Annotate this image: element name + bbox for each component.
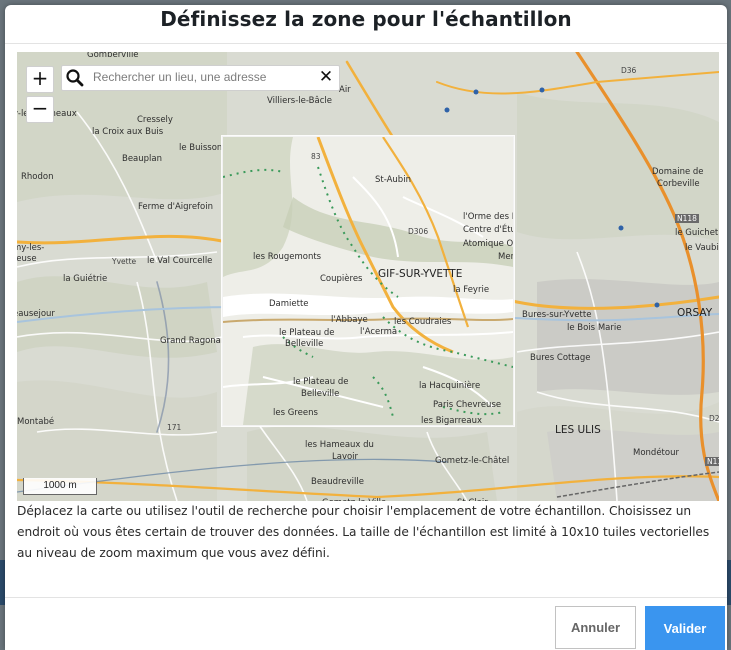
dialog-footer: Annuler Valider	[5, 597, 727, 650]
map-place-label: les Coudraies	[394, 317, 452, 327]
map-place-label: Centre d'Études	[463, 225, 513, 235]
zoom-out-button[interactable]: −	[26, 96, 54, 123]
map-place-label: l'Acerma	[360, 327, 398, 337]
map-place-label: le Guichet	[675, 228, 719, 238]
map-place-label: 83	[311, 152, 321, 161]
sample-zone-dialog: Définissez la zone pour l'échantillon Go…	[5, 5, 727, 650]
search-icon[interactable]	[62, 66, 88, 90]
dialog-description: Déplacez la carte ou utilisez l'outil de…	[17, 504, 710, 560]
map-place-label: N118	[705, 457, 719, 466]
map-place-label: le Bois Marie	[567, 323, 622, 333]
map-place-label: Gomberville	[87, 52, 139, 60]
map-place-label: my-les-	[17, 243, 45, 253]
map-place-label: les Greens	[273, 408, 318, 418]
map-place-label: N118	[675, 214, 699, 223]
map-place-label: Bures Cottage	[530, 353, 591, 363]
map-place-label: Damiette	[269, 299, 309, 309]
cancel-button[interactable]: Annuler	[555, 606, 636, 649]
map-place-label: Belleville	[285, 339, 324, 349]
map-place-label: l'Abbaye	[331, 315, 368, 325]
clear-search-icon[interactable]: ✕	[317, 69, 335, 87]
map-place-label: LES ULIS	[555, 424, 601, 436]
map-place-label: Beaudreville	[311, 477, 364, 487]
map-place-label: Rhodon	[21, 172, 54, 182]
map-place-label: Paris Chevreuse	[433, 400, 502, 410]
map-place-label: Montabé	[17, 417, 55, 427]
map-place-label: la Hacquinière	[419, 381, 481, 391]
map-place-label: Mondétour	[633, 448, 679, 458]
map-place-label: le Vaubien	[685, 243, 719, 253]
map-place-label: les Rougemonts	[253, 252, 322, 262]
dialog-header: Définissez la zone pour l'échantillon	[5, 5, 727, 44]
map-place-label: D36	[621, 66, 637, 75]
map-place-label: Belleville	[301, 389, 340, 399]
map-place-label: Merisiers	[498, 252, 514, 262]
map-place-label: l'Orme des Merisiers	[463, 212, 513, 222]
map-place-label: St-Aubin	[375, 175, 411, 185]
map-place-label: Domaine de	[652, 167, 704, 177]
dialog-title: Définissez la zone pour l'échantillon	[160, 7, 572, 31]
map-place-label: Grand Ragonart	[160, 336, 228, 346]
map-place-label: le Plateau de	[279, 328, 335, 338]
map-view[interactable]: GombervilleVilliers-le-BâcleAiry-les-Ham…	[17, 52, 719, 501]
map-place-label: les Hameaux du	[305, 440, 374, 450]
map-scale-bar: 1000 m	[23, 478, 97, 495]
map-place-label: D2	[709, 414, 719, 423]
map-place-label: Cressely	[137, 115, 173, 125]
map-place-label: Corbeville	[657, 179, 700, 189]
map-place-label: GIF-SUR-YVETTE	[378, 268, 463, 280]
map-place-label: eausejour	[17, 309, 55, 319]
map-place-label: Coupières	[320, 274, 363, 284]
map-place-label: Lavoir	[332, 452, 359, 462]
map-place-label: le Plateau de	[293, 377, 349, 387]
map-place-label: Beauplan	[122, 154, 163, 164]
map-place-label: 171	[167, 423, 182, 432]
scale-label: 1000 m	[43, 480, 77, 491]
map-place-label: Atomique Orme des	[463, 239, 514, 249]
search-input[interactable]	[89, 68, 319, 86]
map-place-label: le Buisson	[179, 143, 223, 153]
map-place-label: D306	[408, 227, 429, 236]
map-place-label: Villiers-le-Bâcle	[267, 96, 332, 106]
map-place-label: la Feyrie	[453, 285, 490, 295]
map-place-label: Ferme d'Aigrefoin	[138, 202, 213, 212]
map-place-label: Bures-sur-Yvette	[522, 310, 592, 320]
map-place-label: Gometz-le-Châtel	[435, 456, 510, 466]
sample-area-box[interactable]: St-Aubin l'Orme des Merisiers Centre d'Étu…	[222, 136, 514, 426]
map-place-label: la Guiétrie	[63, 274, 108, 284]
zoom-in-button[interactable]: +	[26, 66, 54, 93]
map-place-label: reuse	[17, 254, 37, 264]
map-place-label: les Bigarreaux	[421, 416, 483, 426]
map-place-label: le Val Courcelle	[147, 256, 213, 266]
map-place-label: Yvette	[112, 257, 137, 266]
validate-button[interactable]: Valider	[645, 606, 725, 650]
map-place-label: Air	[339, 85, 351, 95]
place-search-box: ✕	[61, 65, 340, 91]
map-place-label: ORSAY	[677, 307, 713, 319]
map-place-label: la Croix aux Buis	[92, 127, 164, 137]
